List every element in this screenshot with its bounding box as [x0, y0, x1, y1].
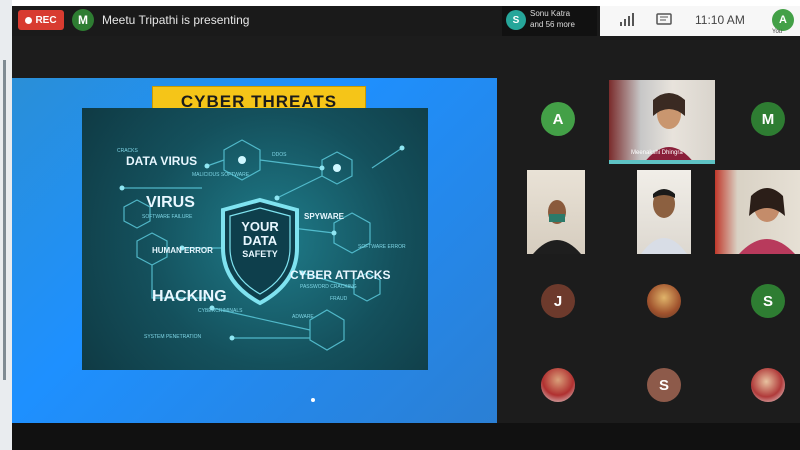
cyber-threats-infographic: YOUR DATA SAFETY DATA VIRUS VIRUS HUMAN …	[82, 108, 428, 370]
message-icon[interactable]	[655, 12, 673, 28]
slide-pointer-dot	[311, 398, 315, 402]
self-label: You	[772, 29, 783, 35]
participant-video	[527, 170, 585, 254]
shield-text-line-3: SAFETY	[242, 249, 278, 259]
recording-label: REC	[35, 14, 57, 26]
person-video-frame	[739, 188, 795, 254]
participant-tile[interactable]: S	[623, 344, 703, 428]
participant-tile[interactable]: S	[727, 260, 800, 344]
presenter-status: Meetu Tripathi is presenting	[102, 13, 250, 27]
label-spyware: SPYWARE	[304, 212, 345, 221]
label-system-penetration: SYSTEM PENETRATION	[144, 334, 202, 340]
speaker-avatar: S	[506, 10, 526, 30]
participant-photo-avatar	[647, 284, 681, 318]
participant-gallery: A Meenakshi Dhingra M J S S	[509, 78, 800, 423]
screen: REC M Meetu Tripathi is presenting S Son…	[0, 0, 800, 450]
participant-tile[interactable]: A	[517, 78, 597, 162]
speaker-names: Sonu Katra and 56 more	[530, 9, 575, 29]
person-video-frame	[533, 200, 581, 254]
participant-photo-avatar	[541, 368, 575, 402]
label-adware: ADWARE	[292, 314, 314, 320]
label-ddos: DDOS	[272, 152, 287, 158]
active-speakers[interactable]: S Sonu Katra and 56 more	[502, 6, 597, 36]
participant-name: Meenakshi Dhingra	[631, 150, 683, 156]
record-dot-icon	[25, 16, 33, 24]
participant-avatar: A	[541, 102, 575, 136]
label-human-error: HUMAN ERROR	[152, 246, 213, 255]
participant-avatar: M	[751, 102, 785, 136]
label-software-error: SOFTWARE ERROR	[358, 244, 406, 250]
window-edge-line	[3, 60, 6, 380]
shield-text-line-2: DATA	[242, 233, 278, 248]
participant-video	[715, 170, 800, 254]
participant-tile[interactable]	[623, 260, 703, 344]
participant-tile-video[interactable]	[637, 170, 691, 254]
label-cyber-attacks: CYBER ATTACKS	[290, 268, 391, 282]
left-window-edge	[0, 0, 12, 450]
label-malicious-software: MALICIOUS SOFTWARE	[192, 172, 250, 178]
participant-tile[interactable]: M	[727, 78, 800, 162]
participant-photo-avatar	[751, 368, 785, 402]
label-password-cracking: PASSWORD CRACKING	[300, 284, 357, 290]
shared-screen: CYBER THREATS YOUR DATA SAFETY DATA VIRU…	[12, 78, 497, 423]
label-hacking: HACKING	[152, 288, 227, 305]
participant-avatar: J	[541, 284, 575, 318]
participant-tile[interactable]: J	[517, 260, 597, 344]
presenter-avatar: M	[72, 9, 94, 31]
participant-avatar: S	[647, 368, 681, 402]
participant-avatar: S	[751, 284, 785, 318]
participant-tile[interactable]	[727, 344, 800, 428]
participant-tile[interactable]	[517, 344, 597, 428]
clock: 11:10 AM	[695, 13, 745, 27]
participant-tile-video[interactable]	[527, 170, 585, 254]
network-icon[interactable]	[618, 12, 636, 28]
self-avatar[interactable]: A	[772, 9, 794, 31]
label-cracks: CRACKS	[117, 148, 138, 154]
participant-tile-video[interactable]	[715, 170, 800, 254]
recording-badge[interactable]: REC	[18, 10, 64, 30]
label-fraud: FRAUD	[330, 296, 348, 302]
label-software-failure: SOFTWARE FAILURE	[142, 214, 193, 220]
label-virus: VIRUS	[146, 194, 195, 211]
meeting-window: REC M Meetu Tripathi is presenting S Son…	[12, 6, 800, 450]
status-bar: 11:10 AM A You	[600, 6, 800, 36]
label-cybercriminals: CYBERCRIMINALS	[198, 308, 243, 314]
meeting-top-bar: REC M Meetu Tripathi is presenting S Son…	[12, 6, 800, 36]
participant-video	[637, 170, 691, 254]
label-data-virus: DATA VIRUS	[126, 154, 198, 168]
shield-text-line-1: YOUR	[241, 219, 279, 234]
meeting-bottom-bar	[12, 423, 800, 450]
person-video-frame	[641, 189, 687, 254]
participant-tile-video[interactable]: Meenakshi Dhingra	[609, 80, 715, 164]
